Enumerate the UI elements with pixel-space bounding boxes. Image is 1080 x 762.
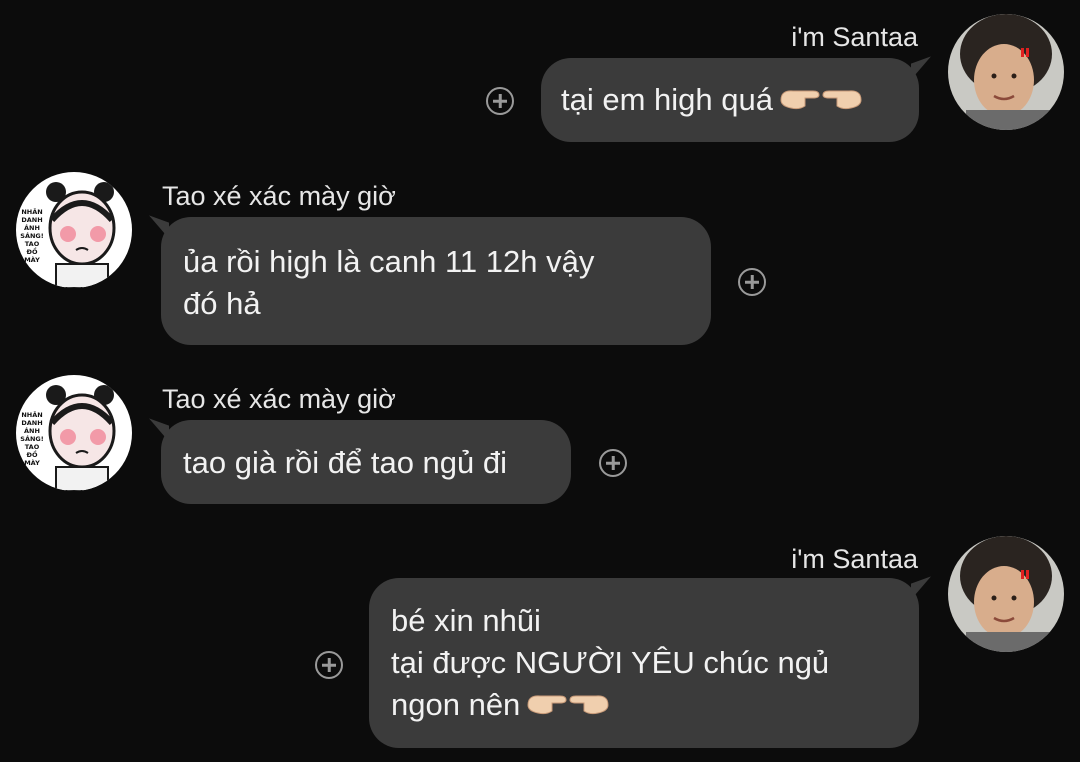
sender-name: Tao xé xác mày giờ: [162, 384, 396, 414]
message-text: đó hả: [183, 286, 261, 321]
message-text: ngon nên: [391, 687, 521, 722]
sender-name: i'm Santaa: [791, 22, 918, 52]
avatar[interactable]: NHÂN DANH ÁNH SÁNG! TAO ĐỒ MÀY: [16, 375, 132, 491]
message-text: ủa rồi high là canh 11 12h vậy: [183, 244, 595, 279]
sender-name: Tao xé xác mày giờ: [162, 181, 396, 211]
avatar[interactable]: [948, 14, 1064, 130]
message-bubble[interactable]: ủa rồi high là canh 11 12h vậy đó hả: [161, 217, 711, 345]
message-text: tao già rồi để tao ngủ đi: [183, 445, 508, 480]
add-reaction-icon[interactable]: [315, 651, 343, 679]
chat-thread: i'm Santaa tại em high quá NHÂN DANH ÁNH…: [0, 0, 1080, 762]
pointing-hands-icon: [526, 686, 610, 728]
avatar[interactable]: NHÂN DANH ÁNH SÁNG! TAO ĐỒ MÀY: [16, 172, 132, 288]
message-text: tại được NGƯỜI YÊU chúc ngủ: [391, 645, 830, 680]
message-bubble[interactable]: tao già rồi để tao ngủ đi: [161, 420, 571, 504]
add-reaction-icon[interactable]: [486, 87, 514, 115]
message-text: tại em high quá: [561, 82, 773, 117]
message-bubble[interactable]: bé xin nhũi tại được NGƯỜI YÊU chúc ngủ …: [369, 578, 919, 748]
add-reaction-icon[interactable]: [738, 268, 766, 296]
avatar[interactable]: [948, 536, 1064, 652]
add-reaction-icon[interactable]: [599, 449, 627, 477]
pointing-hands-icon: [779, 81, 863, 123]
message-bubble[interactable]: tại em high quá: [541, 58, 919, 142]
sticker-text: NHÂN DANH ÁNH SÁNG! TAO ĐỒ MÀY: [20, 411, 44, 467]
sender-name: i'm Santaa: [791, 544, 918, 574]
sticker-text: NHÂN DANH ÁNH SÁNG! TAO ĐỒ MÀY: [20, 208, 44, 264]
message-text: bé xin nhũi: [391, 603, 541, 638]
